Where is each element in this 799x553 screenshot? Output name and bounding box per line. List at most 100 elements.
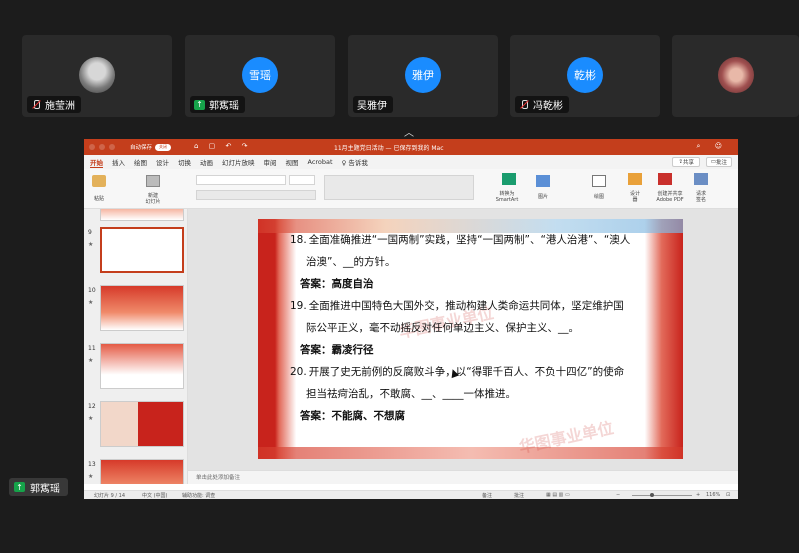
font-name-select[interactable] (196, 175, 286, 185)
window-controls (89, 144, 115, 150)
screen-share-icon: ↑ (194, 99, 205, 110)
mic-muted-icon (31, 99, 41, 110)
tab-insert[interactable]: 插入 (112, 157, 125, 167)
thumb-number: 11 (88, 345, 96, 352)
question-text: 全面准确推进“一国两制”实践，坚持“一国两制”、“港人治港”、“澳人 (308, 234, 631, 246)
tab-home[interactable]: 开始 (90, 157, 103, 168)
tell-me-search[interactable]: ♀ 告诉我 (342, 157, 368, 167)
picture-icon[interactable] (536, 175, 550, 187)
question-18: 18. 全面准确推进“一国两制”实践，坚持“一国两制”、“港人治港”、“澳人 治澳… (290, 229, 650, 273)
thumb-star-icon: ★ (88, 241, 94, 248)
participant-avatar: 雪瑶 (242, 57, 278, 93)
autosave-toggle[interactable]: 关闭 (155, 143, 172, 151)
slide-editing-canvas[interactable]: 华图事业单位 华图事业单位 18. 全面准确推进“一国两制”实践，坚持“一国两制”… (188, 209, 738, 470)
autosave-label: 自动保存 (130, 145, 153, 151)
question-text-cont: 担当祛疴治乱，不敢腐、__、____一体推进。 (306, 388, 516, 400)
participant-name-tag: 施莹洲 (27, 96, 81, 113)
meeting-window: 施莹洲 雪瑶 ↑ 郭寯瑶 雅伊 吴雅伊 乾彬 冯乾彬 ︿ 自动保存 关闭 ⌂ ▢… (0, 0, 799, 553)
zoom-slider[interactable] (632, 495, 692, 496)
notes-toggle[interactable]: 备注 (482, 492, 492, 499)
request-sign-icon[interactable] (694, 173, 708, 185)
question-text-cont: 治澳”、__的方针。 (306, 256, 396, 268)
language-status[interactable]: 中文 (中国) (142, 492, 168, 499)
participant-name: 施莹洲 (45, 101, 75, 112)
tab-design[interactable]: 设计 (156, 157, 169, 167)
answer-20: 答案：不能腐、不想腐 (300, 410, 405, 422)
tab-animations[interactable]: 动画 (200, 157, 213, 167)
collapse-strip-chevron-icon[interactable]: ︿ (403, 124, 415, 139)
view-buttons-icon[interactable]: ▦ ▤ ▥ ▭ (546, 492, 570, 498)
tell-me-label: 告诉我 (348, 159, 368, 167)
participant-name: 吴雅伊 (357, 101, 387, 112)
designer-label: 设计 器 (629, 191, 640, 203)
adobe-pdf-icon[interactable] (658, 173, 672, 185)
tab-view[interactable]: 视图 (286, 157, 299, 167)
smartart-label: 转换为 SmartArt (495, 191, 519, 203)
paragraph-group[interactable] (324, 175, 474, 200)
slide-bottom-banner (258, 447, 683, 459)
tab-draw[interactable]: 绘图 (134, 157, 147, 167)
participant-name: 郭寯瑶 (209, 101, 239, 112)
thumb-number: 9 (88, 229, 92, 236)
answer-18: 答案：高度自治 (300, 278, 374, 290)
slide-thumbnail[interactable] (100, 209, 184, 221)
participant-tile-3[interactable]: 雅伊 吴雅伊 (348, 35, 498, 117)
participant-tile-5[interactable] (672, 35, 799, 117)
shapes-label: 绘图 (593, 194, 604, 200)
participant-tile-4[interactable]: 乾彬 冯乾彬 (510, 35, 660, 117)
notes-pane[interactable]: 单击此处添加备注 (188, 470, 738, 484)
zoom-slider-handle[interactable] (650, 493, 654, 497)
zoom-out-icon[interactable]: − (616, 492, 620, 498)
new-slide-icon[interactable] (146, 175, 160, 187)
designer-icon[interactable] (628, 173, 642, 185)
thumb-star-icon: ★ (88, 473, 94, 480)
comments-toggle[interactable]: 批注 (514, 492, 524, 499)
slide-thumbnail[interactable] (100, 285, 184, 331)
zoom-level[interactable]: 116% (706, 492, 720, 498)
question-20: 20. 开展了史无前例的反腐败斗争，以“得罪千百人、不负十四亿”的使命 担当祛疴治… (290, 361, 650, 405)
current-slide[interactable]: 华图事业单位 华图事业单位 18. 全面准确推进“一国两制”实践，坚持“一国两制”… (258, 219, 683, 459)
accessibility-status[interactable]: 辅助功能: 调查 (182, 492, 215, 499)
fit-slide-icon[interactable]: ⊡ (726, 492, 730, 498)
tab-review[interactable]: 审阅 (264, 157, 277, 167)
ribbon-tabs: 开始 插入 绘图 设计 切换 动画 幻灯片放映 审阅 视图 Acrobat ♀ … (84, 155, 738, 169)
minimize-window-button[interactable] (99, 144, 105, 150)
ppt-title-bar: 自动保存 关闭 ⌂ ▢ ↶ ↷ 11月主题党日活动 — 已保存到我的 Mac ⌕… (84, 139, 738, 155)
title-bar-right-icons[interactable]: ⌕ ☺ (697, 142, 728, 151)
tab-transitions[interactable]: 切换 (178, 157, 191, 167)
comments-label: 批注 (715, 160, 727, 166)
slide-thumbnail-selected[interactable] (100, 227, 184, 273)
tab-slideshow[interactable]: 幻灯片放映 (222, 157, 255, 167)
self-name: 郭寯瑶 (30, 483, 60, 495)
participant-avatar: 乾彬 (567, 57, 603, 93)
smartart-icon[interactable] (502, 173, 516, 185)
comments-button[interactable]: ▭ 批注 (705, 157, 732, 167)
thumb-star-icon: ★ (88, 299, 94, 306)
font-size-select[interactable] (289, 175, 315, 185)
participant-tile-2[interactable]: 雪瑶 ↑ 郭寯瑶 (185, 35, 335, 117)
tab-acrobat[interactable]: Acrobat (308, 158, 333, 166)
paste-icon[interactable] (92, 175, 106, 187)
question-number: 18. (290, 234, 307, 246)
close-window-button[interactable] (89, 144, 95, 150)
question-text-cont: 际公平正义，毫不动摇反对任何单边主义、保护主义、__。 (306, 322, 579, 334)
thumb-number: 12 (88, 403, 96, 410)
participant-tile-1[interactable]: 施莹洲 (22, 35, 172, 117)
thumb-star-icon: ★ (88, 415, 94, 422)
screen-share-icon: ↑ (14, 482, 25, 492)
shared-screen-powerpoint: 自动保存 关闭 ⌂ ▢ ↶ ↷ 11月主题党日活动 — 已保存到我的 Mac ⌕… (84, 139, 738, 499)
question-number: 19. (290, 300, 307, 312)
thumb-number: 13 (88, 461, 96, 468)
quick-access-icons[interactable]: ⌂ ▢ ↶ ↷ (194, 142, 251, 150)
slide-thumbnails-pane: 9 ★ 10 ★ 11 ★ 12 ★ 13 ★ (84, 209, 188, 484)
zoom-window-button[interactable] (109, 144, 115, 150)
font-format-buttons[interactable] (196, 190, 316, 200)
slide-thumbnail[interactable] (100, 459, 184, 484)
zoom-in-icon[interactable]: + (696, 492, 700, 498)
slide-thumbnail[interactable] (100, 343, 184, 389)
share-button[interactable]: ⇪ 共享 (672, 157, 700, 167)
slide-thumbnail[interactable] (100, 401, 184, 447)
shapes-icon[interactable] (592, 175, 606, 187)
participant-photo (717, 57, 754, 93)
question-text: 开展了史无前例的反腐败斗争，以“得罪千百人、不负十四亿”的使命 (308, 366, 625, 378)
